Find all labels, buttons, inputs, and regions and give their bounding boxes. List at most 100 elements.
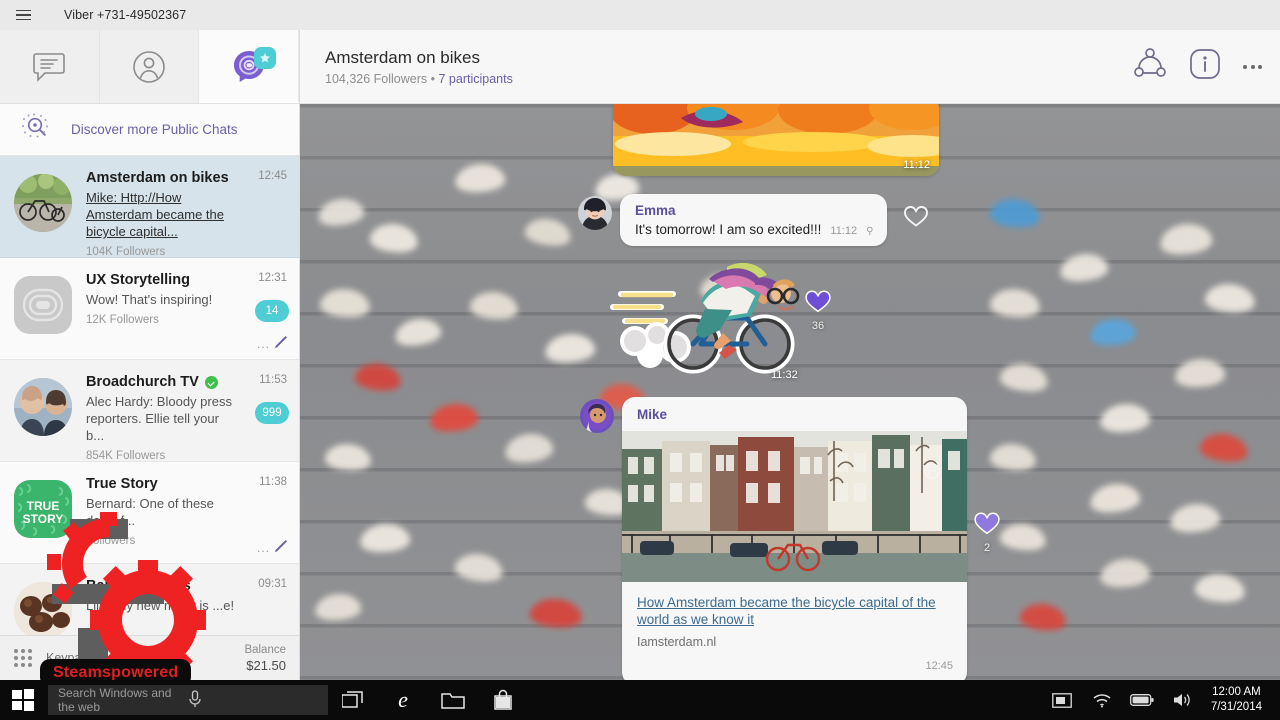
chat-item-time: 11:53 — [259, 374, 287, 386]
chat-item-unread-badge: 999 — [255, 402, 289, 424]
verified-badge-icon — [204, 375, 218, 389]
cheese-photo — [613, 104, 939, 176]
wifi-icon[interactable] — [1083, 680, 1121, 720]
svg-text:e: e — [398, 688, 408, 712]
chat-item-name: Amsterdam on bikes — [86, 170, 229, 186]
chat-item-unread-badge: 14 — [255, 300, 289, 322]
share-icon[interactable] — [1133, 47, 1167, 86]
message-time: 11:12 — [830, 225, 858, 237]
chat-item-followers: 854K Followers — [86, 450, 166, 462]
chat-item-time: 11:38 — [259, 476, 287, 488]
taskbar-clock[interactable]: 12:00 AM 7/31/2014 — [1203, 685, 1272, 715]
hamburger-menu-icon[interactable] — [0, 0, 46, 30]
message-mike[interactable]: Mike How Amsterdam became the bicycle ca… — [580, 397, 967, 680]
participants-link[interactable]: 7 participants — [438, 72, 512, 86]
chat-item-body: Amsterdam on bikes Mike: Http://How Amst… — [72, 170, 287, 258]
link-preview-host: Iamsterdam.nl — [637, 635, 717, 649]
link-message-reaction-count: 2 — [983, 542, 991, 554]
app-title: Viber +731-49502367 — [64, 8, 187, 22]
info-icon[interactable] — [1189, 48, 1221, 85]
cyclist-sticker — [610, 262, 800, 374]
sparkle-search-icon — [18, 112, 54, 147]
chat-list-item-amsterdam-on-bikes[interactable]: Amsterdam on bikes Mike: Http://How Amst… — [0, 156, 299, 258]
message-emma[interactable]: Emma It's tomorrow! I am so excited!!! 1… — [578, 194, 929, 246]
photo-message-bubble[interactable]: 11:12 — [613, 104, 939, 176]
message-bubble[interactable]: Emma It's tomorrow! I am so excited!!! 1… — [620, 194, 888, 246]
chat-item-followers: 104K Followers — [86, 246, 166, 258]
chat-item-snippet: Mike: Http://How Amsterdam became the bi… — [86, 190, 225, 239]
message-seen-marker: ⚲ — [866, 226, 874, 237]
chat-item-time: 12:45 — [258, 170, 287, 182]
avatar — [578, 196, 612, 230]
link-preview-title[interactable]: How Amsterdam became the bicycle capital… — [637, 594, 953, 628]
chat-item-name: Broadchurch TV — [86, 374, 239, 390]
tab-contacts[interactable] — [100, 30, 200, 103]
tab-public-chats[interactable] — [199, 30, 299, 103]
file-explorer-icon[interactable] — [428, 680, 478, 720]
chat-item-name: True Story — [86, 476, 158, 492]
task-view-icon[interactable] — [328, 680, 378, 720]
sticker-reaction[interactable]: 36 — [801, 288, 835, 332]
photo-message-time: 11:12 — [903, 159, 930, 171]
heart-filled-icon — [974, 512, 1000, 535]
chat-item-followers: 12K Followers — [86, 314, 159, 326]
message-sender: Emma — [635, 203, 676, 218]
chat-item-draft-indicator: ... — [257, 538, 289, 555]
person-icon — [132, 50, 166, 84]
chat-item-name-text: Broadchurch TV — [86, 374, 199, 390]
discover-more-public-chats[interactable]: Discover more Public Chats — [0, 104, 299, 156]
link-message-reaction[interactable]: 2 — [970, 510, 1004, 554]
windows-taskbar: Search Windows and the web e 12:00 AM 7/… — [0, 680, 1280, 720]
pencil-icon — [275, 336, 287, 348]
chat-item-time: 12:31 — [258, 272, 287, 284]
edge-browser-icon[interactable]: e — [378, 680, 428, 720]
public-chat-star-badge — [254, 47, 277, 69]
sticker-time: 11:32 — [771, 369, 798, 381]
chat-title: Amsterdam on bikes — [325, 47, 480, 67]
chat-header-actions — [1133, 47, 1262, 86]
chat-bubble-icon — [32, 52, 66, 82]
message-sender: Mike — [637, 407, 668, 422]
pencil-icon — [275, 540, 287, 552]
microphone-icon[interactable] — [188, 689, 318, 711]
balance-value: $21.50 — [246, 658, 286, 673]
chat-item-snippet: Alec Hardy: Bloody press reporters. Elli… — [86, 394, 232, 443]
draft-dots: ... — [256, 541, 270, 555]
avatar — [580, 399, 614, 433]
chat-header-titles: Amsterdam on bikes 104,326 Followers • 7… — [325, 48, 513, 86]
balance-label: Balance — [244, 644, 286, 656]
ime-keyboard-icon[interactable] — [1043, 680, 1081, 720]
discover-label: Discover more Public Chats — [71, 122, 238, 137]
chat-subtitle: 104,326 Followers • 7 participants — [325, 72, 513, 86]
search-placeholder: Search Windows and the web — [58, 686, 172, 714]
sidebar-tab-bar — [0, 30, 299, 104]
svg-text:TRUE: TRUE — [27, 499, 60, 513]
message-bubble[interactable]: Mike How Amsterdam became the bicycle ca… — [622, 397, 967, 680]
tab-chats[interactable] — [0, 30, 100, 103]
chat-item-snippet: Wow! That's inspiring! — [86, 292, 213, 307]
chat-list-item-ux-storytelling[interactable]: UX Storytelling Wow! That's inspiring! 1… — [0, 258, 299, 360]
volume-icon[interactable] — [1163, 680, 1201, 720]
sticker-message[interactable]: 11:32 — [605, 249, 825, 381]
balance-display[interactable]: Balance $21.50 — [244, 643, 286, 673]
title-bar: Viber +731-49502367 — [0, 0, 1280, 30]
heart-filled-icon — [805, 290, 831, 313]
clock-time: 12:00 AM — [1212, 686, 1261, 698]
followers-count: 104,326 Followers — [325, 71, 428, 86]
chat-list-item-broadchurch-tv[interactable]: Broadchurch TV Alec Hardy: Bloody press … — [0, 360, 299, 462]
conversation-panel[interactable]: 11:12 Emma It's tomorrow! I am so excite… — [300, 104, 1280, 680]
amsterdam-canal-photo — [622, 431, 967, 582]
viber-desktop-window: Viber +731-49502367 Discover more Public… — [0, 0, 1280, 720]
clock-date: 7/31/2014 — [1210, 701, 1262, 713]
taskbar-search-input[interactable]: Search Windows and the web — [48, 685, 328, 715]
keypad-icon[interactable] — [14, 649, 32, 667]
store-icon[interactable] — [478, 680, 528, 720]
windows-start-icon[interactable] — [0, 680, 46, 720]
battery-icon[interactable] — [1123, 680, 1161, 720]
chat-item-name: UX Storytelling — [86, 272, 190, 288]
heart-outline-icon[interactable] — [903, 204, 929, 230]
more-options-icon[interactable] — [1243, 64, 1262, 69]
link-preview-image[interactable] — [622, 431, 967, 582]
draft-dots: ... — [256, 337, 270, 351]
avatar — [14, 378, 72, 436]
